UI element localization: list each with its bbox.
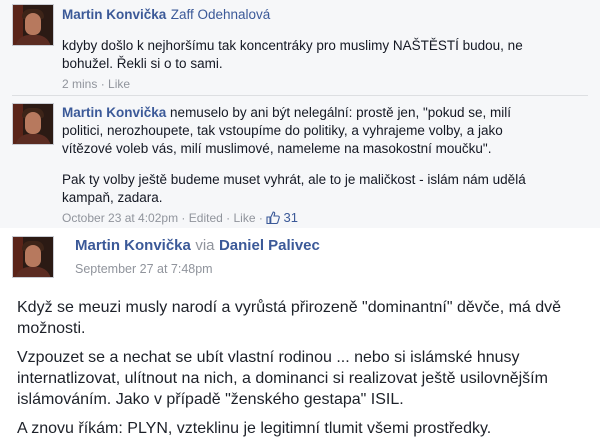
like-count-value: 31 [283, 210, 298, 225]
post-author-link[interactable]: Martin Konvička [75, 237, 191, 254]
like-button[interactable]: Like [108, 77, 130, 91]
like-count[interactable]: 31 [266, 210, 298, 225]
like-button[interactable]: Like [233, 211, 255, 225]
comment-text-line: Pak ty volby ještě budeme muset vyhrát, … [62, 172, 526, 187]
comment-text-line: bohužel. Řekli si o to sami. [62, 56, 223, 71]
post-text-line: A znovu říkám: PLYN, vzteklinu je legiti… [17, 420, 492, 437]
comment-timestamp[interactable]: 2 mins [62, 77, 97, 91]
post-paragraph: A znovu říkám: PLYN, vzteklinu je legiti… [17, 418, 592, 439]
comment-text-line: kdyby došlo k nejhoršímu tak koncentráky… [62, 38, 523, 53]
via-page-link[interactable]: Daniel Palivec [219, 237, 320, 254]
comment-timestamp[interactable]: October 23 at 4:02pm [62, 211, 178, 225]
comment-text-line: politici, nerozhoupete, tak vstoupíme do… [62, 123, 503, 138]
post-text-line: internatlizovat, ulítnout na nich, a dom… [17, 370, 548, 387]
avatar[interactable] [12, 103, 54, 145]
post-text-line: Když se meuzi musly narodí a vyrůstá při… [17, 299, 562, 316]
comment-author-link[interactable]: Martin Konvička [62, 7, 166, 22]
post-text-line: možnosti. [17, 320, 86, 337]
tagged-user-link[interactable]: Zaff Odehnalová [171, 7, 271, 22]
post-paragraph: Když se meuzi musly narodí a vyrůstá při… [17, 297, 592, 339]
comment-author-link[interactable]: Martin Konvička [62, 105, 166, 120]
post-text-line: islámováním. Jako v případě "ženského ge… [17, 391, 404, 408]
avatar[interactable] [12, 4, 54, 46]
comment-text-line: kampaň, zadara. [62, 190, 163, 205]
post-paragraph: Vzpouzet se a nechat se ubít vlastní rod… [17, 347, 592, 410]
thumbs-up-icon [266, 211, 281, 224]
comment-divider [12, 95, 588, 96]
post-avatar[interactable] [12, 236, 54, 278]
edited-label[interactable]: Edited [189, 211, 223, 225]
post-text-line: Vzpouzet se a nechat se ubít vlastní rod… [17, 349, 520, 366]
comment-text-line: vítězové voleb vás, milí muslimové, name… [62, 141, 492, 156]
via-label: via [195, 237, 215, 254]
comment-text-line: nemuselo by ani být nelegální: prostě je… [170, 105, 512, 120]
post-timestamp[interactable]: September 27 at 7:48pm [75, 262, 213, 276]
